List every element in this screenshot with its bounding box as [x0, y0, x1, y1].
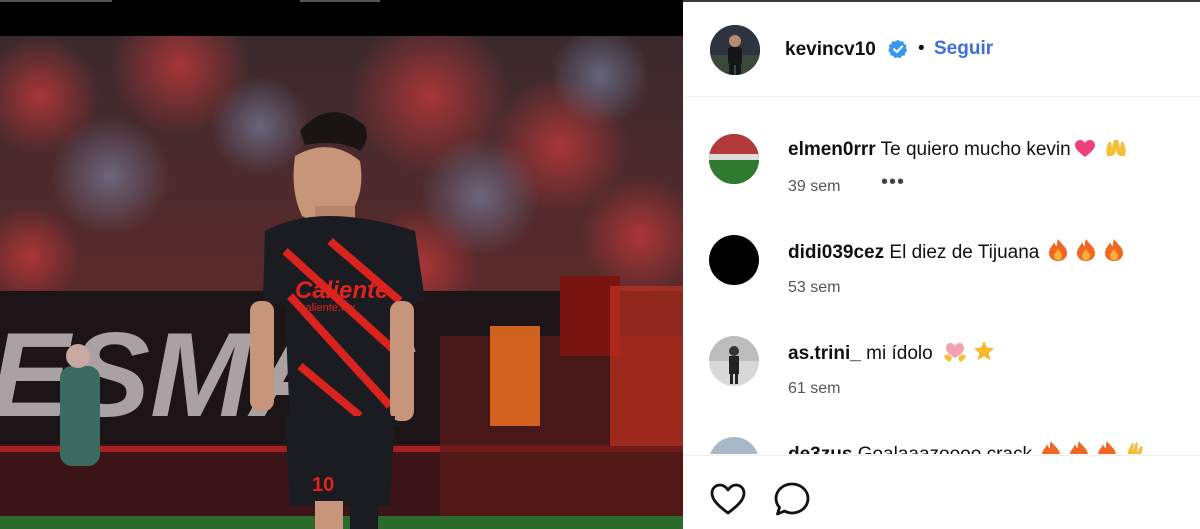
like-heart-icon[interactable] — [708, 480, 748, 520]
comment-text: Te quiero mucho kevin — [880, 139, 1071, 160]
verified-badge-icon — [888, 39, 908, 59]
fire-icon — [1042, 441, 1060, 454]
author-avatar[interactable] — [710, 25, 760, 75]
comment-username[interactable]: elmen0rrr — [788, 139, 876, 160]
comment-text: Goalaaazoooo crack — [858, 444, 1032, 454]
commenter-avatar[interactable] — [709, 134, 759, 184]
fire-icon — [1105, 239, 1124, 267]
fire-icon — [1070, 441, 1088, 454]
header-separator: • — [918, 38, 925, 59]
comment-username[interactable]: as.trini_ — [788, 343, 861, 364]
fire-icon — [1049, 239, 1068, 267]
heart-hands-icon — [943, 342, 967, 368]
shorts-number: 10 — [312, 474, 334, 496]
comment-text: mi ídolo — [866, 343, 933, 364]
post-actions-bar — [683, 455, 1200, 529]
more-options-icon[interactable]: ••• — [881, 171, 905, 194]
star-icon — [973, 340, 995, 368]
comments-list: elmen0rrr Te quiero mucho kevin 39 sem •… — [683, 98, 1200, 454]
post-photo[interactable]: ESMAS Caliente caliente.mx 10 — [0, 36, 683, 529]
player-photo: ESMAS Caliente caliente.mx 10 — [0, 36, 683, 529]
follow-button[interactable]: Seguir — [934, 38, 993, 60]
comment-item: de3zus Goalaaazoooo crack — [683, 401, 1200, 454]
fire-icon — [1077, 239, 1096, 267]
media-top-bar — [0, 0, 683, 36]
comment-bubble-icon[interactable] — [772, 480, 812, 520]
comment-item: as.trini_ mi ídolo 61 sem — [683, 300, 1200, 400]
post-media: ESMAS Caliente caliente.mx 10 — [0, 0, 683, 529]
comment-time[interactable]: 53 sem — [788, 279, 840, 297]
commenter-avatar[interactable] — [709, 235, 759, 285]
commenter-avatar[interactable] — [709, 437, 759, 454]
pink-heart-icon — [1074, 140, 1095, 164]
comment-item: elmen0rrr Te quiero mucho kevin 39 sem •… — [683, 98, 1200, 198]
post-side-panel: kevincv10 • Seguir elmen0rrr Te quiero m… — [683, 0, 1200, 529]
comment-item: didi039cez El diez de Tijuana 53 sem — [683, 199, 1200, 299]
comment-line: didi039cez El diez de Tijuana — [788, 239, 1124, 267]
fire-icon — [1098, 441, 1116, 454]
comment-line: de3zus Goalaaazoooo crack — [788, 441, 1144, 454]
jersey-sponsor: Caliente — [295, 277, 388, 304]
raised-hand-icon — [1126, 441, 1144, 454]
comment-line: elmen0rrr Te quiero mucho kevin — [788, 138, 1127, 164]
comment-username[interactable]: de3zus — [788, 444, 852, 454]
raised-hands-icon — [1105, 138, 1127, 164]
author-username[interactable]: kevincv10 — [785, 39, 876, 61]
post-header: kevincv10 • Seguir — [683, 2, 1200, 97]
jersey-sponsor-sub: caliente.mx — [300, 302, 356, 314]
comment-time[interactable]: 39 sem — [788, 178, 840, 196]
commenter-avatar[interactable] — [709, 336, 759, 386]
comment-username[interactable]: didi039cez — [788, 242, 884, 263]
comment-line: as.trini_ mi ídolo — [788, 340, 995, 368]
comment-text: El diez de Tijuana — [889, 242, 1040, 263]
comment-time[interactable]: 61 sem — [788, 380, 840, 398]
